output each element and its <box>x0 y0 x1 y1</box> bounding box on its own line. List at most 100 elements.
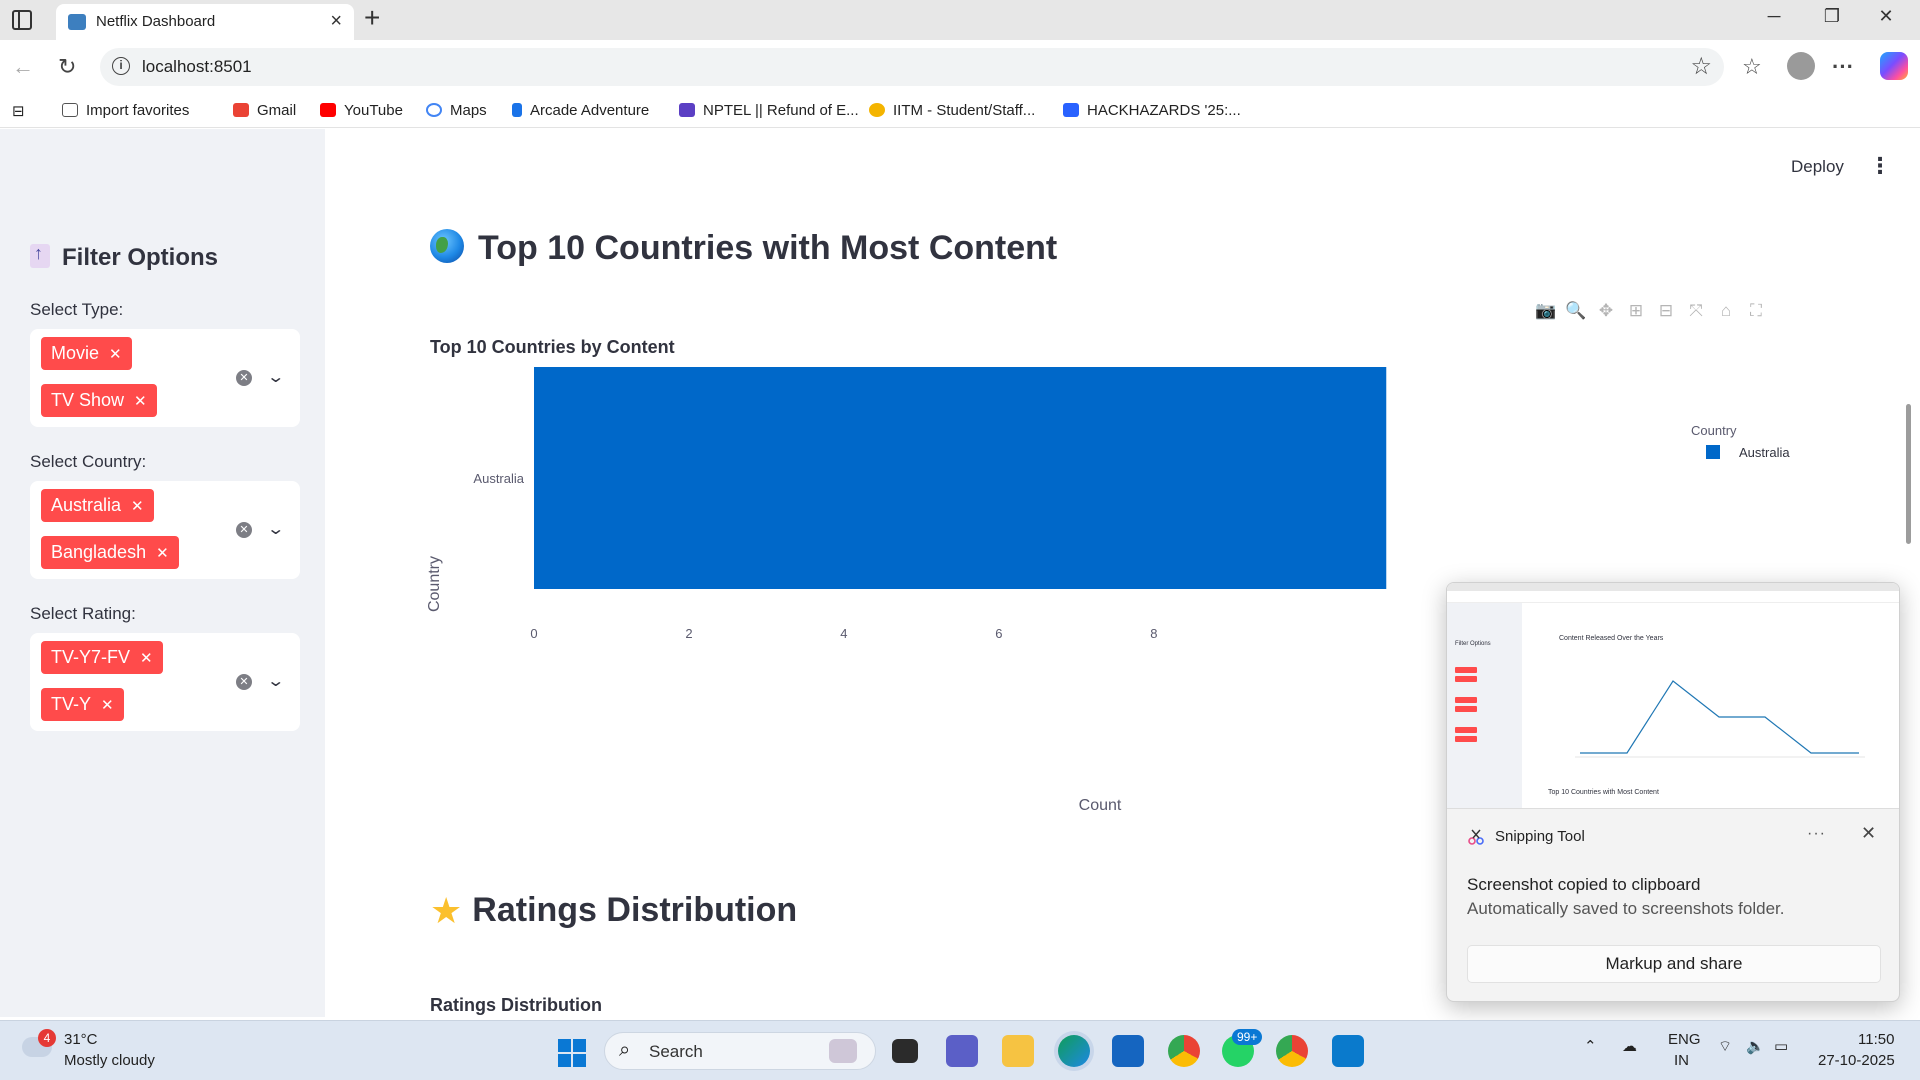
snipping-tool-notification[interactable]: Filter Options Content Released Over the… <box>1446 582 1900 1002</box>
vscode-icon[interactable] <box>1332 1035 1364 1067</box>
import-icon <box>62 103 78 117</box>
minimize-icon[interactable]: ─ <box>1762 6 1786 27</box>
chip-remove-icon[interactable]: ✕ <box>140 650 153 667</box>
language-indicator[interactable]: ENG <box>1668 1031 1701 1048</box>
chip-bangladesh[interactable]: Bangladesh ✕ <box>41 536 179 569</box>
file-explorer-icon[interactable] <box>1002 1035 1034 1067</box>
edge-icon[interactable] <box>1058 1035 1090 1067</box>
new-tab-icon[interactable]: + <box>364 2 380 34</box>
chip-remove-icon[interactable]: ✕ <box>134 393 147 410</box>
address-bar[interactable]: i localhost:8501 ☆ <box>100 48 1724 86</box>
thumb-footer: Top 10 Countries with Most Content <box>1548 789 1659 796</box>
weather-badge: 4 <box>38 1029 56 1047</box>
chip-remove-icon[interactable]: ✕ <box>156 545 169 562</box>
back-icon[interactable]: ← <box>12 54 34 80</box>
y-tick-label: Australia <box>473 471 524 486</box>
taskbar: 4 31°C Mostly cloudy ⌕ Search 99+ ⌃ ☁ EN… <box>0 1020 1920 1080</box>
clock-time[interactable]: 11:50 <box>1858 1031 1894 1048</box>
reload-icon[interactable]: ↻ <box>58 54 76 80</box>
x-axis-label: Count <box>1079 797 1122 814</box>
browser-tab[interactable]: Netflix Dashboard × <box>56 4 354 40</box>
chevron-down-icon[interactable]: ⌄ <box>266 671 285 691</box>
battery-icon[interactable]: ▭ <box>1774 1037 1788 1055</box>
iitm-icon <box>869 103 885 117</box>
task-view-icon[interactable] <box>892 1039 918 1063</box>
bookmark-maps[interactable]: Maps <box>426 102 487 119</box>
reading-mode-icon[interactable]: ⊟ <box>12 102 25 120</box>
bar-australia[interactable] <box>534 367 1387 589</box>
chevron-down-icon[interactable]: ⌄ <box>266 367 285 387</box>
store-icon[interactable] <box>1112 1035 1144 1067</box>
wifi-icon[interactable]: ⌔ <box>1718 1037 1732 1056</box>
taskbar-search[interactable]: ⌕ Search <box>604 1032 876 1070</box>
bookmark-youtube[interactable]: YouTube <box>320 102 403 119</box>
legend-swatch[interactable] <box>1706 445 1720 459</box>
toast-more-icon[interactable]: ··· <box>1807 825 1826 843</box>
chrome-icon[interactable] <box>1168 1035 1200 1067</box>
clear-all-icon[interactable]: ✕ <box>236 674 252 690</box>
arcade-icon <box>512 103 522 117</box>
markup-and-share-button[interactable]: Markup and share <box>1467 945 1881 983</box>
window-close-icon[interactable]: ✕ <box>1874 6 1898 27</box>
profile-avatar-icon[interactable] <box>1787 52 1815 80</box>
clear-all-icon[interactable]: ✕ <box>236 522 252 538</box>
chevron-down-icon[interactable]: ⌄ <box>266 519 285 539</box>
region-indicator[interactable]: IN <box>1674 1052 1689 1069</box>
rating-multiselect[interactable]: TV-Y7-FV ✕ TV-Y ✕ ✕ ⌄ <box>30 633 300 731</box>
onedrive-icon[interactable]: ☁ <box>1622 1037 1637 1055</box>
start-icon[interactable] <box>558 1039 586 1067</box>
url-text[interactable]: localhost:8501 <box>142 57 252 77</box>
bookmark-iitm[interactable]: IITM - Student/Staff... <box>869 102 1035 119</box>
volume-icon[interactable]: 🔈 <box>1746 1037 1765 1055</box>
copilot-icon[interactable] <box>1880 52 1908 80</box>
chrome-profile-icon[interactable] <box>1276 1035 1308 1067</box>
x-tick-label: 4 <box>840 626 847 641</box>
bookmark-hackhazards[interactable]: HACKHAZARDS '25:... <box>1063 102 1241 119</box>
restore-icon[interactable]: ❐ <box>1820 6 1844 27</box>
streamlit-favicon-icon <box>68 14 86 30</box>
chevron-up-icon[interactable]: ⌃ <box>1584 1037 1597 1055</box>
weather-condition: Mostly cloudy <box>64 1052 155 1069</box>
screenshot-thumbnail[interactable]: Filter Options Content Released Over the… <box>1447 583 1899 809</box>
type-multiselect[interactable]: Movie ✕ TV Show ✕ ✕ ⌄ <box>30 329 300 427</box>
chip-remove-icon[interactable]: ✕ <box>131 498 144 515</box>
country-multiselect[interactable]: Australia ✕ Bangladesh ✕ ✕ ⌄ <box>30 481 300 579</box>
bookmark-star-icon[interactable]: ☆ <box>1690 52 1712 81</box>
country-filter-label: Select Country: <box>30 452 147 471</box>
ratings-subtitle: Ratings Distribution <box>430 995 602 1015</box>
bookmark-nptel[interactable]: NPTEL || Refund of E... <box>679 102 859 119</box>
bookmark-import-favorites[interactable]: Import favorites <box>62 102 189 119</box>
tab-title: Netflix Dashboard <box>96 13 216 30</box>
chip-australia[interactable]: Australia ✕ <box>41 489 154 522</box>
ratings-heading: ★ Ratings Distribution <box>430 890 798 931</box>
toast-close-icon[interactable]: ✕ <box>1861 823 1876 844</box>
chip-tv-y7-fv[interactable]: TV-Y7-FV ✕ <box>41 641 163 674</box>
hackhazards-icon <box>1063 103 1079 117</box>
clear-all-icon[interactable]: ✕ <box>236 370 252 386</box>
filter-icon <box>30 243 50 268</box>
clock-date[interactable]: 27-10-2025 <box>1818 1052 1895 1069</box>
browser-nav-bar: ← ↻ i localhost:8501 ☆ ☆ ··· <box>0 40 1920 96</box>
bookmark-arcade-adventure[interactable]: Arcade Adventure <box>512 102 649 119</box>
bookmark-gmail[interactable]: Gmail <box>233 102 296 119</box>
favorites-icon[interactable]: ☆ <box>1742 54 1762 80</box>
sidebar-title: Filter Options <box>30 243 218 272</box>
scrollbar-thumb[interactable] <box>1906 404 1911 544</box>
whatsapp-badge: 99+ <box>1232 1029 1263 1045</box>
chip-tv-y[interactable]: TV-Y ✕ <box>41 688 124 721</box>
x-tick-label: 2 <box>685 626 692 641</box>
chip-tv-show[interactable]: TV Show ✕ <box>41 384 157 417</box>
page-scrollbar[interactable] <box>1905 129 1920 1017</box>
chip-remove-icon[interactable]: ✕ <box>109 346 122 363</box>
teams-icon[interactable] <box>946 1035 978 1067</box>
y-axis-label: Country <box>426 556 443 612</box>
google-icon <box>426 103 442 117</box>
more-menu-icon[interactable]: ··· <box>1832 54 1854 80</box>
chip-remove-icon[interactable]: ✕ <box>101 697 114 714</box>
bookmarks-bar: ⊟ Import favorites Gmail YouTube Maps Ar… <box>0 96 1920 128</box>
chip-movie[interactable]: Movie ✕ <box>41 337 132 370</box>
legend-item-australia[interactable]: Australia <box>1739 445 1790 460</box>
tab-actions-icon[interactable] <box>12 10 32 30</box>
site-info-icon[interactable]: i <box>112 57 130 75</box>
tab-close-icon[interactable]: × <box>330 10 342 33</box>
